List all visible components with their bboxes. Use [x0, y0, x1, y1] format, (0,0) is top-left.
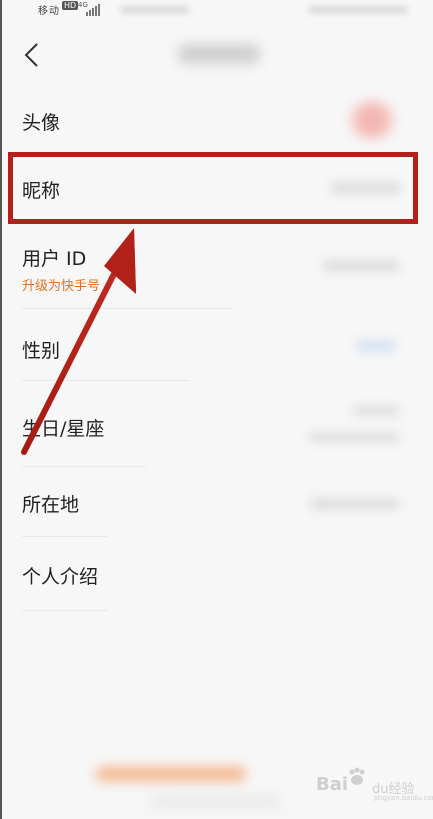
row-user-id[interactable]: 用户 ID 升级为快手号	[0, 228, 433, 309]
paw-icon	[349, 767, 365, 785]
bottom-text-blurred	[150, 796, 280, 808]
signal-icon	[86, 4, 100, 16]
page-title-blurred	[178, 44, 260, 64]
avatar	[352, 102, 392, 138]
bottom-button-blurred	[96, 767, 246, 781]
watermark-url: jingyan.baidu.com	[374, 794, 433, 802]
row-bio[interactable]: 个人介绍	[0, 540, 433, 612]
upgrade-link[interactable]: 升级为快手号	[22, 275, 100, 294]
row-label: 头像	[22, 112, 61, 134]
watermark-brand: Bai	[316, 774, 349, 795]
divider	[22, 380, 190, 381]
divider	[22, 610, 108, 611]
row-label: 性别	[22, 340, 61, 362]
status-blur	[308, 6, 408, 14]
row-birthday[interactable]: 生日/星座	[0, 384, 433, 468]
divider	[22, 536, 108, 537]
constellation-value	[308, 432, 400, 442]
location-value	[310, 498, 400, 510]
birthday-value	[352, 406, 400, 416]
user-id-value	[322, 260, 400, 272]
row-label: 所在地	[22, 494, 80, 516]
row-label: 生日/星座	[22, 418, 105, 440]
divider	[22, 466, 146, 467]
carrier-label: 移动	[38, 6, 60, 17]
row-location[interactable]: 所在地	[0, 468, 433, 540]
baidu-watermark: Bai du经验 jingyan.baidu.com	[316, 766, 433, 806]
status-blur	[120, 6, 190, 14]
hd-badge: HD	[62, 1, 79, 10]
divider	[22, 308, 232, 309]
highlight-box	[8, 152, 418, 224]
gender-value	[356, 340, 396, 352]
status-bar: 移动 HD 4G	[0, 0, 433, 22]
row-label: 个人介绍	[22, 566, 99, 588]
row-gender[interactable]: 性别	[0, 310, 433, 382]
chevron-left-icon[interactable]	[22, 42, 42, 68]
row-label: 用户 ID	[22, 248, 87, 270]
row-avatar[interactable]: 头像	[0, 88, 433, 152]
